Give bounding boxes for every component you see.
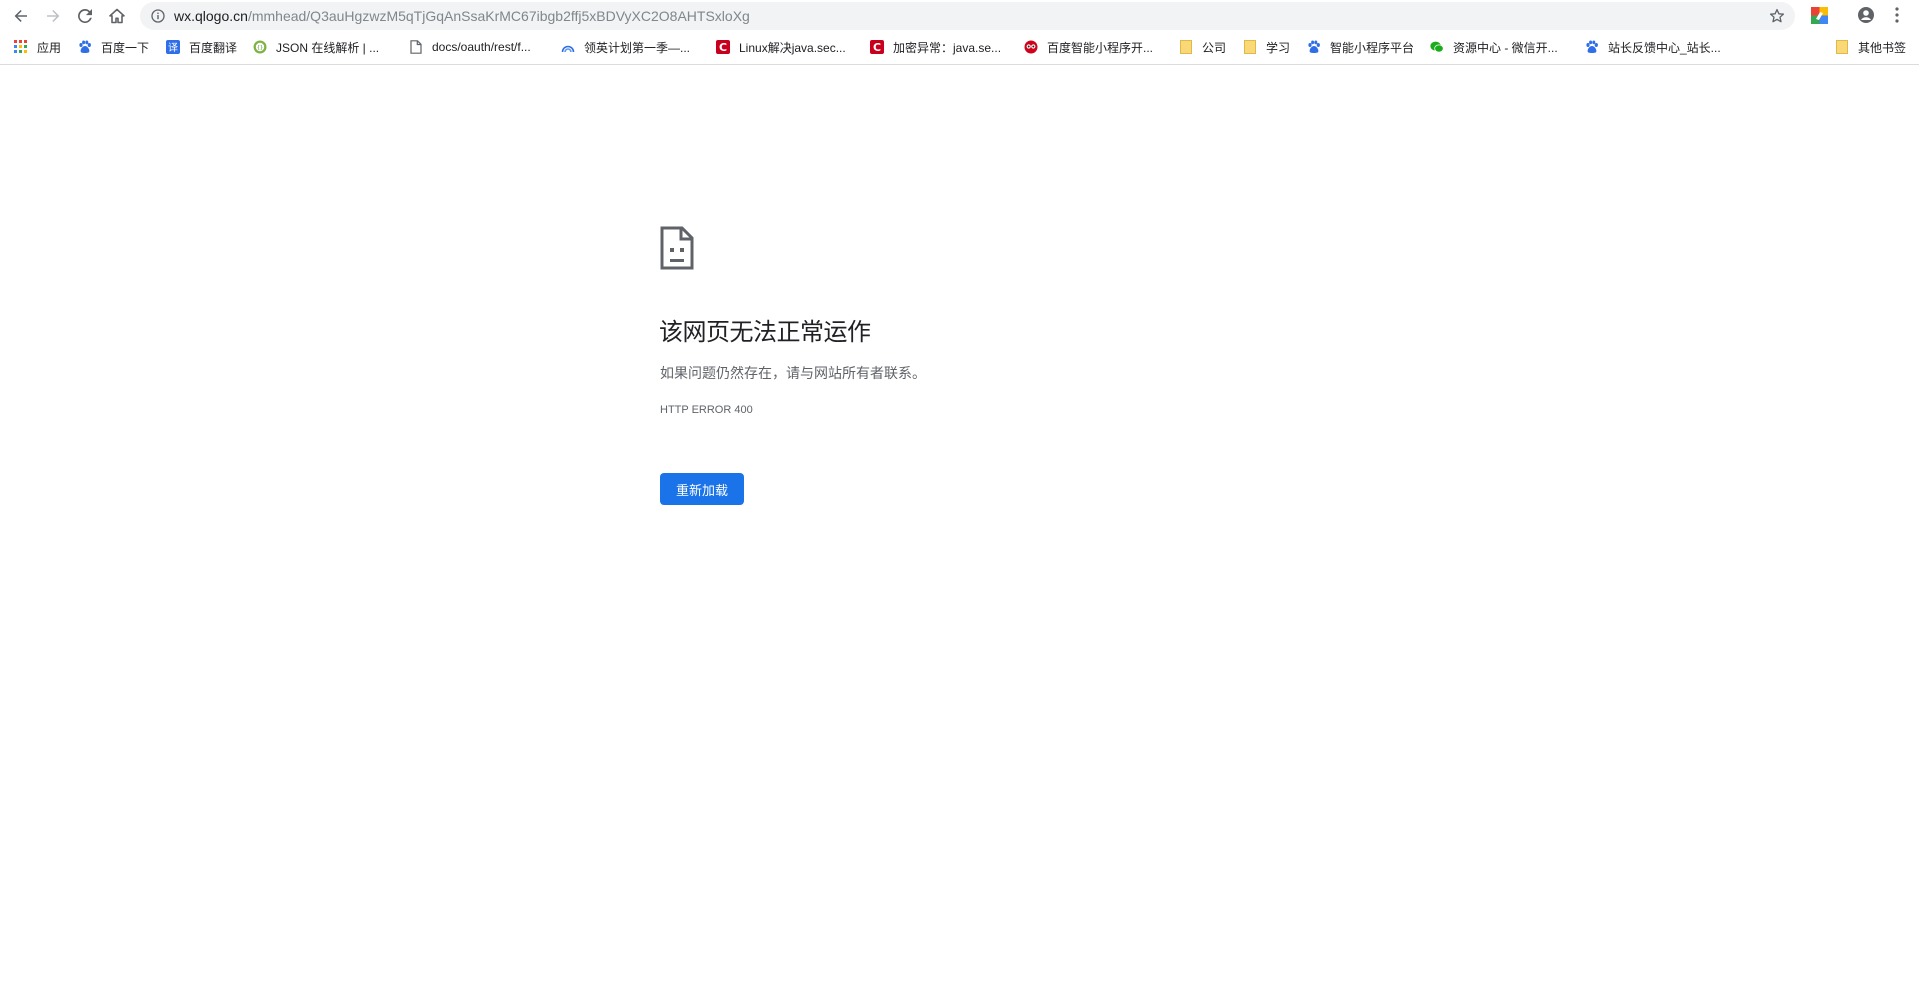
- home-button[interactable]: [106, 5, 128, 27]
- bookmark-folder-study[interactable]: 学习: [1243, 36, 1290, 58]
- bookmark-webmaster-feedback[interactable]: 站长反馈中心_站长...: [1585, 36, 1721, 58]
- baidu-paw-icon: [78, 40, 92, 54]
- wechat-icon: [1430, 40, 1444, 54]
- bookmark-label: 智能小程序平台: [1330, 40, 1415, 55]
- svg-text:译: 译: [168, 42, 178, 54]
- apps-grid-icon: [14, 40, 28, 54]
- bookmark-baidu-translate[interactable]: 译 百度翻译: [166, 36, 237, 58]
- bookmark-label: 领英计划第一季—...: [584, 40, 691, 55]
- reload-button[interactable]: 重新加载: [660, 473, 744, 505]
- bookmark-docs-oauth[interactable]: docs/oauth/rest/f...: [409, 36, 531, 58]
- reload-icon: [78, 9, 92, 23]
- csdn-icon: C: [716, 40, 730, 54]
- folder-icon: [1243, 40, 1257, 54]
- sad-page-icon: [660, 226, 694, 270]
- back-button[interactable]: [10, 5, 32, 27]
- svg-text:C: C: [719, 41, 727, 54]
- rainbow-icon: [561, 40, 575, 54]
- back-arrow-icon: [14, 10, 27, 22]
- home-icon: [109, 8, 125, 24]
- folder-icon: [1179, 40, 1193, 54]
- address-bar[interactable]: wx.qlogo.cn/mmhead/Q3auHgzwzM5qTjGqAnSsa…: [140, 2, 1795, 30]
- error-description: 如果问题仍然存在，请与网站所有者联系。: [660, 366, 926, 382]
- bookmark-wechat-resource-center[interactable]: 资源中心 - 微信开...: [1430, 36, 1558, 58]
- error-title: 该网页无法正常运作: [659, 318, 871, 346]
- bookmark-smart-miniapp-platform[interactable]: 智能小程序平台: [1307, 36, 1414, 58]
- bookmark-label: 百度翻译: [189, 40, 238, 55]
- bookmark-linux-java[interactable]: C Linux解决java.sec...: [716, 36, 846, 58]
- bookmark-label: 百度智能小程序开...: [1047, 40, 1154, 55]
- bookmark-folder-company[interactable]: 公司: [1179, 36, 1226, 58]
- toolbar-divider: [0, 64, 1919, 65]
- bookmark-baidu-miniapp-dev[interactable]: 百度智能小程序开...: [1024, 36, 1153, 58]
- url-path: /mmhead/Q3auHgzwzM5qTjGqAnSsaKrMC67ibgb2…: [247, 8, 750, 24]
- svg-text:{}: {}: [257, 45, 263, 51]
- star-icon[interactable]: [1769, 8, 1785, 24]
- bookmarks-bar: 应用 百度一下 译 百度翻译 {} JSON 在线解析 | ... docs/o…: [0, 36, 1919, 58]
- menu-icon[interactable]: [1894, 6, 1900, 24]
- profile-icon[interactable]: [1857, 6, 1875, 24]
- bookmark-linkedin-plan[interactable]: 领英计划第一季—...: [561, 36, 690, 58]
- forward-button[interactable]: [42, 5, 64, 27]
- bookmark-label: 应用: [37, 40, 62, 55]
- bookmark-label: 站长反馈中心_站长...: [1608, 40, 1721, 55]
- error-code: HTTP ERROR 400: [660, 404, 753, 416]
- csdn-icon: C: [870, 40, 884, 54]
- baidu-paw-icon: [1585, 40, 1599, 54]
- bookmark-apps[interactable]: 应用: [14, 36, 61, 58]
- json-icon: {}: [253, 40, 267, 54]
- bookmark-label: 其他书签: [1858, 40, 1907, 55]
- bookmark-label: 资源中心 - 微信开...: [1453, 40, 1558, 55]
- forward-arrow-icon: [47, 10, 60, 22]
- bookmark-label: JSON 在线解析 | ...: [276, 40, 380, 55]
- bookmark-label: 百度一下: [101, 40, 150, 55]
- bookmark-other-folder[interactable]: 其他书签: [1835, 36, 1906, 58]
- info-icon[interactable]: [151, 9, 165, 23]
- bookmark-label: Linux解决java.sec...: [739, 40, 846, 55]
- bookmark-label: 学习: [1266, 40, 1291, 55]
- bookmark-label: 公司: [1202, 40, 1227, 55]
- browser-toolbar: wx.qlogo.cn/mmhead/Q3auHgzwzM5qTjGqAnSsa…: [0, 0, 1919, 32]
- bookmark-json[interactable]: {} JSON 在线解析 | ...: [253, 36, 379, 58]
- bookmark-encrypt-exception[interactable]: C 加密异常：java.se...: [870, 36, 1001, 58]
- url-text[interactable]: wx.qlogo.cn/mmhead/Q3auHgzwzM5qTjGqAnSsa…: [174, 7, 750, 25]
- page-icon: [409, 40, 423, 54]
- extension-icon[interactable]: [1811, 7, 1828, 24]
- reload-toolbar-button[interactable]: [74, 5, 96, 27]
- owl-icon: [1024, 40, 1038, 54]
- svg-text:C: C: [873, 41, 881, 54]
- url-host: wx.qlogo.cn: [174, 8, 248, 24]
- baidu-paw-icon: [1307, 40, 1321, 54]
- bookmark-label: 加密异常：java.se...: [893, 40, 1002, 55]
- baidu-translate-icon: 译: [166, 40, 180, 54]
- bookmark-label: docs/oauth/rest/f...: [432, 40, 531, 54]
- bookmark-baidu[interactable]: 百度一下: [78, 36, 149, 58]
- folder-icon: [1835, 40, 1849, 54]
